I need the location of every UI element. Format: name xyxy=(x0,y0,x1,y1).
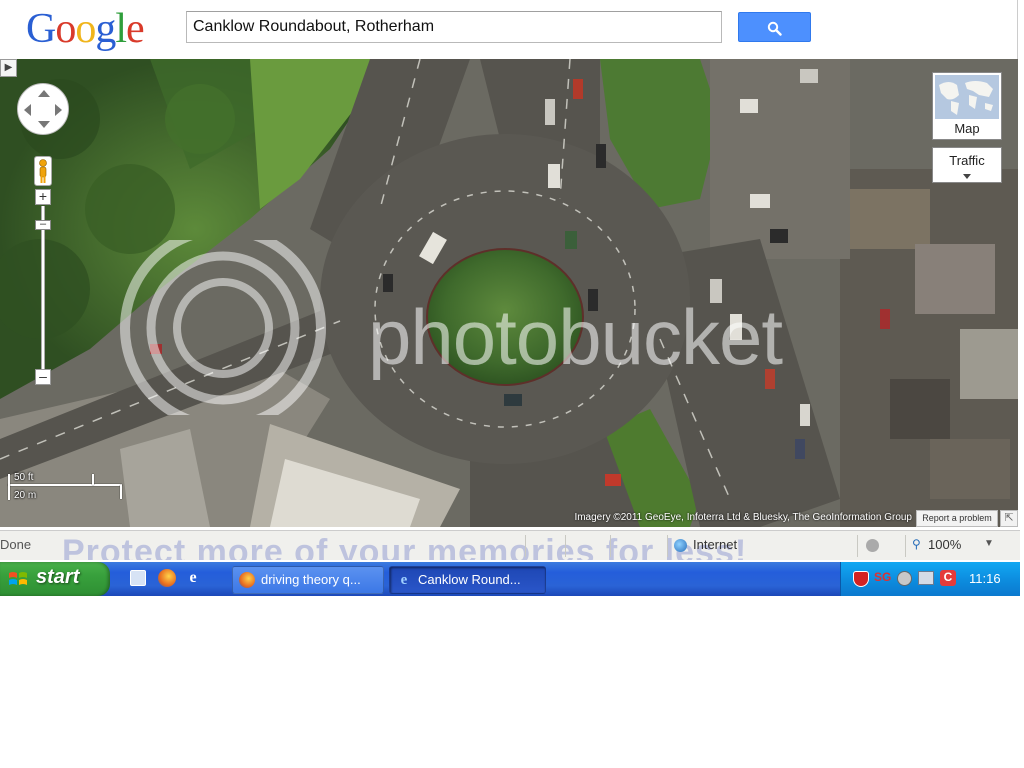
zoom-out-button[interactable]: – xyxy=(35,369,51,385)
search-input[interactable] xyxy=(186,11,722,43)
start-label: start xyxy=(36,566,80,588)
tray-sg-icon[interactable]: SG xyxy=(874,570,891,584)
google-logo[interactable]: Google xyxy=(26,6,145,52)
logo-letter: o xyxy=(75,6,96,52)
pegman-icon xyxy=(39,159,47,183)
status-divider xyxy=(905,535,906,557)
taskbar-item-internet-explorer[interactable]: e Canklow Round... xyxy=(389,566,546,594)
magnifier-icon: ⚲ xyxy=(912,537,921,551)
status-divider xyxy=(525,535,526,557)
logo-letter: e xyxy=(126,6,145,52)
internet-explorer-icon: e xyxy=(400,572,408,588)
firefox-icon xyxy=(239,572,255,588)
scale-meters-label: 20 m xyxy=(14,490,37,501)
chevron-down-icon xyxy=(963,174,971,179)
status-divider xyxy=(610,535,611,557)
logo-letter: G xyxy=(26,6,56,52)
quicklaunch-internet-explorer-icon[interactable]: e xyxy=(184,569,202,587)
traffic-label: Traffic xyxy=(949,153,985,168)
logo-letter: o xyxy=(55,6,76,52)
windows-logo-icon xyxy=(9,572,27,585)
start-button[interactable]: start xyxy=(0,562,110,596)
scale-tick xyxy=(120,485,122,499)
status-text: Done xyxy=(0,537,32,552)
scale-line xyxy=(8,484,122,486)
collapse-overview-icon[interactable]: ⇱ xyxy=(1000,510,1018,527)
quicklaunch-firefox-icon[interactable] xyxy=(158,569,176,587)
network-icon[interactable] xyxy=(918,571,934,585)
traffic-button[interactable]: Traffic xyxy=(932,147,1002,183)
expand-panel-button[interactable]: ▶ xyxy=(0,59,17,77)
clock[interactable]: 11:16 xyxy=(969,571,1001,586)
logo-letter: g xyxy=(95,6,116,52)
search-button[interactable] xyxy=(738,12,811,42)
status-divider xyxy=(857,535,858,557)
security-zone-label[interactable]: Internet xyxy=(693,537,737,552)
status-divider xyxy=(667,535,668,557)
street-view-pegman[interactable] xyxy=(34,156,52,186)
browser-status-bar: Protect more of your memories for less! … xyxy=(0,530,1020,560)
taskbar-item-firefox[interactable]: driving theory q... xyxy=(232,566,384,594)
scale-bar: 50 ft 20 m xyxy=(6,469,124,501)
zoom-in-button[interactable]: + xyxy=(35,189,51,205)
imagery-copyright: Imagery ©2011 GeoEye, Infoterra Ltd & Bl… xyxy=(574,512,912,523)
pan-control[interactable] xyxy=(17,83,69,135)
antivirus-shield-icon[interactable] xyxy=(853,571,869,587)
internet-globe-icon xyxy=(674,539,687,552)
protected-mode-icon[interactable] xyxy=(866,539,879,552)
quicklaunch-show-desktop-icon[interactable] xyxy=(130,570,146,586)
search-icon xyxy=(767,21,782,36)
satellite-map[interactable]: ▶ + – – Map Traffic 50 ft 20 m Imagery ©… xyxy=(0,59,1018,527)
scale-tick xyxy=(8,474,10,500)
pan-down-icon[interactable] xyxy=(38,121,50,128)
taskbar-item-label: Canklow Round... xyxy=(418,572,521,587)
photobucket-banner-text: Protect more of your memories for less! xyxy=(62,533,748,560)
status-divider xyxy=(565,535,566,557)
pan-up-icon[interactable] xyxy=(38,90,50,97)
zoom-dropdown-icon[interactable]: ▼ xyxy=(984,538,994,549)
google-maps-header: Google xyxy=(0,0,1018,59)
zoom-level[interactable]: 100% xyxy=(928,537,961,552)
logo-letter: l xyxy=(115,6,127,52)
windows-taskbar: start e driving theory q... e Canklow Ro… xyxy=(0,562,1020,596)
taskbar-item-label: driving theory q... xyxy=(261,572,361,587)
map-type-label: Map xyxy=(954,121,980,136)
tray-clock-icon[interactable] xyxy=(897,571,912,586)
satellite-imagery xyxy=(0,59,1018,527)
scale-tick xyxy=(92,474,94,485)
system-tray: SG C 11:16 xyxy=(840,562,1020,596)
pan-right-icon[interactable] xyxy=(55,104,62,116)
map-type-button[interactable]: Map xyxy=(932,72,1002,140)
zoom-slider-track[interactable] xyxy=(41,206,45,374)
tray-c-icon[interactable]: C xyxy=(940,570,956,586)
world-map-thumbnail xyxy=(935,75,999,119)
zoom-slider-handle[interactable]: – xyxy=(35,219,51,230)
scale-feet-label: 50 ft xyxy=(14,472,34,483)
pan-left-icon[interactable] xyxy=(24,104,31,116)
report-problem-link[interactable]: Report a problem xyxy=(916,510,998,527)
